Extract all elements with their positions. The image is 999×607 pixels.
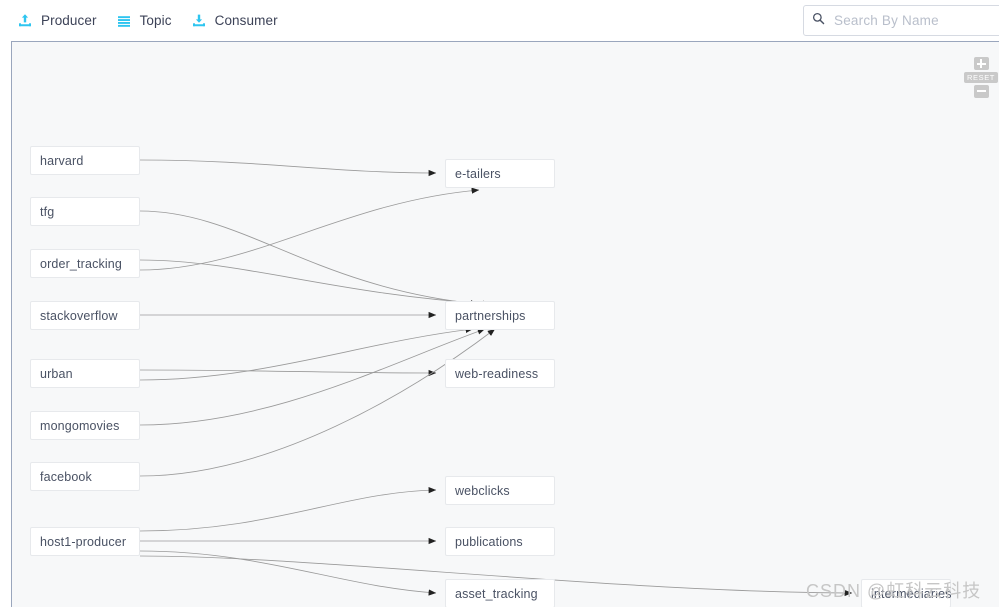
zoom-reset-button[interactable]: RESET	[963, 72, 998, 83]
legend-item-topic[interactable]: Topic	[109, 12, 178, 30]
list-icon	[115, 12, 133, 30]
graph-node-producer[interactable]: stackoverflow	[30, 301, 140, 330]
node-label: webclicks	[455, 483, 510, 498]
graph-node-topic[interactable]: web-readiness	[445, 359, 555, 388]
zoom-out-button[interactable]	[973, 84, 989, 98]
node-label: web-readiness	[455, 366, 539, 381]
graph-node-topic[interactable]: intermediaries	[861, 579, 951, 607]
legend-item-consumer[interactable]: Consumer	[184, 12, 284, 30]
node-label: host1-producer	[40, 534, 127, 549]
legend-label-consumer: Consumer	[214, 13, 278, 28]
graph-node-topic[interactable]: e-tailers	[445, 159, 555, 188]
legend-label-producer: Producer	[41, 13, 97, 28]
zoom-in-button[interactable]	[973, 57, 989, 70]
download-icon	[190, 12, 208, 30]
graph-node-producer[interactable]: urban	[30, 359, 140, 388]
node-label: asset_tracking	[455, 586, 538, 601]
graph-canvas[interactable]: RESET harvard tfg order_tracking stackov…	[11, 41, 999, 607]
node-label: e-tailers	[455, 166, 501, 181]
upload-icon	[16, 12, 34, 30]
zoom-controls: RESET	[963, 57, 999, 98]
node-label: mongomovies	[40, 418, 120, 433]
graph-node-producer[interactable]: harvard	[30, 146, 140, 175]
graph-node-producer[interactable]: tfg	[30, 197, 140, 226]
node-label: order_tracking	[40, 256, 123, 271]
legend-label-topic: Topic	[139, 13, 172, 28]
node-label: tfg	[40, 204, 55, 219]
node-label: stackoverflow	[40, 308, 118, 323]
toolbar: Producer Topic Consumer Search By Name	[0, 0, 999, 41]
legend-item-producer[interactable]: Producer	[10, 12, 103, 30]
node-label: facebook	[40, 469, 92, 484]
graph-node-topic[interactable]: webclicks	[445, 476, 555, 505]
search-box[interactable]	[803, 5, 999, 36]
node-label: publications	[455, 534, 523, 549]
graph-node-producer[interactable]: mongomovies	[30, 411, 140, 440]
legend: Producer Topic Consumer	[10, 12, 284, 30]
node-label: intermediaries	[871, 586, 952, 601]
search-icon	[812, 12, 825, 30]
graph-node-producer[interactable]: host1-producer	[30, 527, 140, 556]
graph-node-topic[interactable]: asset_tracking	[445, 579, 555, 607]
graph-node-producer[interactable]: facebook	[30, 462, 140, 491]
graph-node-topic[interactable]: partnerships	[445, 301, 555, 330]
graph-node-topic[interactable]: publications	[445, 527, 555, 556]
graph-node-producer[interactable]: order_tracking	[30, 249, 140, 278]
node-label: urban	[40, 366, 73, 381]
node-label: partnerships	[455, 308, 526, 323]
node-label: harvard	[40, 153, 84, 168]
search-input[interactable]	[832, 12, 999, 29]
